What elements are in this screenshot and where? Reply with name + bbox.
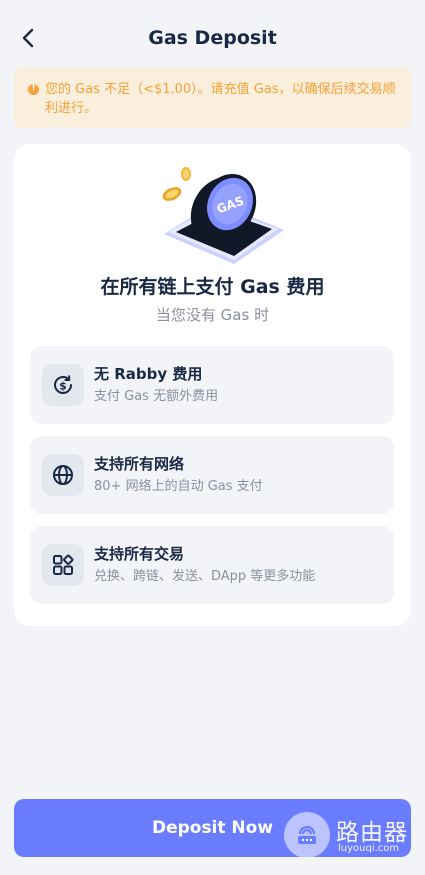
- feature-icon-container: [42, 454, 84, 496]
- feature-desc: 80+ 网络上的自动 Gas 支付: [94, 479, 263, 494]
- chevron-left-icon: [22, 28, 34, 48]
- apps-grid-icon: [53, 554, 74, 575]
- warning-icon: [28, 83, 39, 95]
- gas-info-card: GAS 在所有链上支付 Gas 费用 当您没有 Gas 时 $ 无 Rabby …: [14, 144, 411, 626]
- router-logo-icon: [284, 812, 330, 858]
- feature-icon-container: $: [42, 364, 84, 406]
- globe-icon: [53, 465, 73, 485]
- deposit-now-label: Deposit Now: [151, 818, 274, 838]
- watermark: 路由器 luyouqi.com: [284, 809, 414, 861]
- gas-coin-illustration: GAS: [162, 167, 284, 264]
- page-title: Gas Deposit: [148, 27, 277, 49]
- feature-desc: 支付 Gas 无额外费用: [94, 389, 219, 404]
- feature-icon-container: [42, 544, 84, 586]
- feature-title: 支持所有网络: [94, 455, 185, 473]
- watermark-title: 路由器: [336, 820, 408, 846]
- gas-deposit-page: Gas Deposit 您的 Gas 不足（<$1.00）。请充值 Gas，以确…: [0, 0, 425, 875]
- feature-all-networks: 支持所有网络 80+ 网络上的自动 Gas 支付: [30, 436, 394, 514]
- watermark-url: luyouqi.com: [338, 843, 400, 854]
- feature-all-transactions: 支持所有交易 兑换、跨链、发送、DApp 等更多功能: [30, 526, 394, 604]
- svg-text:$: $: [59, 380, 67, 393]
- header: Gas Deposit: [0, 0, 425, 76]
- feature-title: 支持所有交易: [94, 545, 185, 563]
- feature-desc: 兑换、跨链、发送、DApp 等更多功能: [94, 569, 316, 584]
- feature-title: 无 Rabby 费用: [94, 365, 203, 383]
- back-button[interactable]: [14, 24, 42, 52]
- dollar-refresh-icon: $: [54, 375, 72, 394]
- card-title: 在所有链上支付 Gas 费用: [100, 276, 325, 298]
- warning-text: 您的 Gas 不足（<$1.00）。请充值 Gas，以确保后续交易顺利进行。: [45, 82, 396, 116]
- low-gas-warning: 您的 Gas 不足（<$1.00）。请充值 Gas，以确保后续交易顺利进行。: [14, 68, 411, 128]
- feature-no-rabby-fee: $ 无 Rabby 费用 支付 Gas 无额外费用: [30, 346, 394, 424]
- card-subtitle: 当您没有 Gas 时: [155, 306, 270, 324]
